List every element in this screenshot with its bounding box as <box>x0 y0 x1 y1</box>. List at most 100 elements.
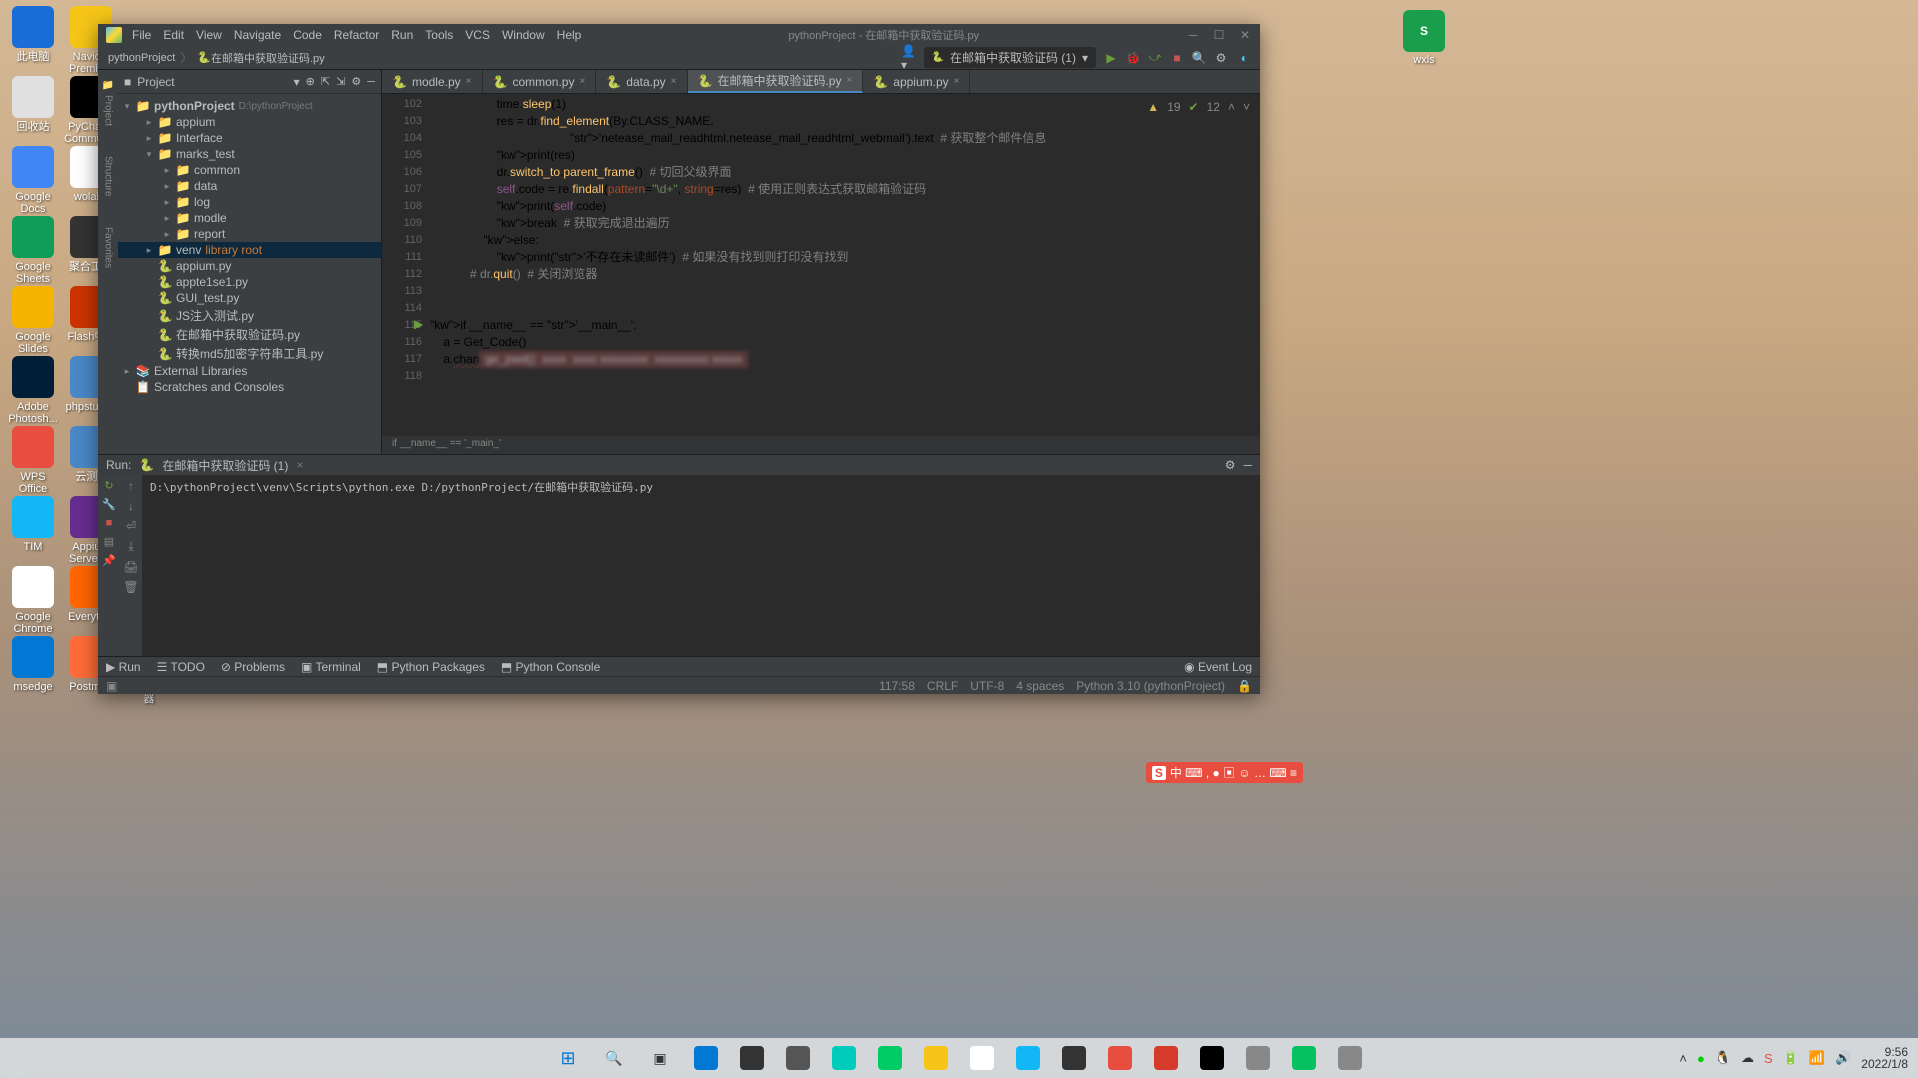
desktop-icon[interactable]: Google Docs <box>6 146 60 215</box>
expand-icon[interactable]: ⇲ <box>336 75 345 88</box>
wrench-icon[interactable]: 🔧 <box>102 498 116 511</box>
project-tree[interactable]: ▾📁pythonProject D:\pythonProject▸📁appium… <box>118 94 381 454</box>
rerun-button[interactable]: ↻ <box>104 479 113 492</box>
chevron-down-icon[interactable]: ˅ <box>1243 100 1250 114</box>
search-icon[interactable]: 🔍 <box>1192 51 1206 65</box>
menu-file[interactable]: File <box>132 28 151 42</box>
menu-edit[interactable]: Edit <box>163 28 184 42</box>
taskbar-app[interactable] <box>1284 1038 1324 1078</box>
menu-code[interactable]: Code <box>293 28 322 42</box>
editor-tab[interactable]: 🐍appium.py× <box>863 70 970 93</box>
battery-icon[interactable]: 🔋 <box>1783 1050 1799 1066</box>
editor-tab[interactable]: 🐍modle.py× <box>382 70 483 93</box>
tree-item[interactable]: ▸📁report <box>118 226 381 242</box>
tree-item[interactable]: ▸📁Interface <box>118 130 381 146</box>
up-arrow-icon[interactable]: ↑ <box>128 479 134 493</box>
tree-item[interactable]: 🐍在邮箱中获取验证码.py <box>118 325 381 344</box>
taskbar-app[interactable] <box>1238 1038 1278 1078</box>
editor-tab[interactable]: 🐍在邮箱中获取验证码.py× <box>688 70 864 93</box>
desktop-icon[interactable]: Google Chrome <box>6 566 60 635</box>
print-icon[interactable]: 🖨 <box>123 560 138 574</box>
desktop-icon[interactable]: WPS Office <box>6 426 60 495</box>
tray-icon[interactable]: ☁ <box>1741 1050 1754 1066</box>
search-button[interactable]: 🔍 <box>594 1038 634 1078</box>
titlebar[interactable]: File Edit View Navigate Code Refactor Run Tools… <box>98 24 1260 46</box>
menu-window[interactable]: Window <box>502 28 545 42</box>
taskbar-app[interactable] <box>686 1038 726 1078</box>
close-icon[interactable]: × <box>846 75 852 86</box>
tree-item[interactable]: 🐍appte1se1.py <box>118 274 381 290</box>
tray-icon[interactable]: ● <box>1697 1051 1705 1066</box>
menu-vcs[interactable]: VCS <box>465 28 490 42</box>
chevron-down-icon[interactable]: ▾ <box>294 75 300 89</box>
ime-indicator[interactable]: S 中 ⌨ , ● ▣ ☺ … ⌨ ≡ <box>1146 762 1303 783</box>
menu-refactor[interactable]: Refactor <box>334 28 379 42</box>
hide-button[interactable]: ─ <box>1243 458 1252 472</box>
caret-position[interactable]: 117:58 <box>879 679 915 693</box>
desktop-icon-wxls[interactable]: S wxls <box>1398 10 1450 66</box>
chevron-up-icon[interactable]: ˄ <box>1679 1051 1687 1066</box>
tree-item[interactable]: ▾📁marks_test <box>118 146 381 162</box>
pie-icon[interactable]: ◖ <box>1236 51 1250 65</box>
desktop-icon[interactable]: 回收站 <box>6 76 60 133</box>
bottom-tab[interactable]: ⬒ Python Packages <box>377 660 485 674</box>
desktop-icon[interactable]: Adobe Photosh... <box>6 356 60 425</box>
run-tab[interactable]: 在邮箱中获取验证码 (1) <box>162 457 288 474</box>
run-button[interactable]: ▶ <box>1104 51 1118 65</box>
gear-icon[interactable]: ⚙ <box>1214 51 1228 65</box>
code-editor[interactable]: 1021031041051061071081091101111121131141… <box>382 94 1260 436</box>
tray-icon[interactable]: S <box>1764 1051 1773 1066</box>
start-button[interactable]: ⊞ <box>548 1038 588 1078</box>
menu-tools[interactable]: Tools <box>425 28 453 42</box>
menu-run[interactable]: Run <box>391 28 413 42</box>
tree-item[interactable]: 🐍appium.py <box>118 258 381 274</box>
bottom-tab[interactable]: ▶ Run <box>106 660 141 674</box>
tree-item[interactable]: ▸📁log <box>118 194 381 210</box>
clock[interactable]: 9:56 2022/1/8 <box>1861 1046 1908 1070</box>
scroll-icon[interactable]: ⤓ <box>128 539 133 554</box>
tree-item[interactable]: ▸📁common <box>118 162 381 178</box>
taskbar-app[interactable] <box>1146 1038 1186 1078</box>
desktop-icon[interactable]: Google Sheets <box>6 216 60 285</box>
collapse-icon[interactable]: ⇱ <box>321 75 330 88</box>
close-icon[interactable]: × <box>296 458 303 472</box>
indexing-icon[interactable]: ▣ <box>106 679 117 693</box>
taskbar-app[interactable] <box>778 1038 818 1078</box>
tree-item[interactable]: ▸📁modle <box>118 210 381 226</box>
inspection-widget[interactable]: ▲19 ✔12 ˄ ˅ <box>1147 100 1250 114</box>
close-icon[interactable]: × <box>466 76 472 87</box>
coverage-button[interactable]: ⤻ <box>1148 51 1162 65</box>
taskbar-app[interactable] <box>1192 1038 1232 1078</box>
editor-breadcrumbs[interactable]: if __name__ == '_main_' <box>382 436 1260 454</box>
taskbar-app[interactable] <box>916 1038 956 1078</box>
event-log-tab[interactable]: ◉ Event Log <box>1184 660 1252 674</box>
volume-icon[interactable]: 🔊 <box>1835 1050 1851 1066</box>
debug-button[interactable]: 🐞 <box>1126 51 1140 65</box>
menu-view[interactable]: View <box>196 28 222 42</box>
taskbar-app[interactable] <box>1054 1038 1094 1078</box>
tree-item[interactable]: ▸📁venv library root <box>118 242 381 258</box>
tray-icon[interactable]: 🐧 <box>1715 1050 1731 1066</box>
target-icon[interactable]: ⊕ <box>306 75 315 88</box>
user-icon[interactable]: 👤▾ <box>902 51 916 65</box>
menu-navigate[interactable]: Navigate <box>234 28 281 42</box>
wifi-icon[interactable]: 📶 <box>1809 1050 1825 1066</box>
interpreter[interactable]: Python 3.10 (pythonProject) <box>1076 679 1225 693</box>
wrap-icon[interactable]: ⏎ <box>126 519 136 533</box>
console-output[interactable]: D:\pythonProject\venv\Scripts\python.exe… <box>142 475 1260 656</box>
trash-icon[interactable]: 🗑 <box>123 580 138 594</box>
line-separator[interactable]: CRLF <box>927 679 958 693</box>
taskbar-app[interactable] <box>1008 1038 1048 1078</box>
taskbar-app[interactable] <box>824 1038 864 1078</box>
tree-item[interactable]: 🐍GUI_test.py <box>118 290 381 306</box>
desktop-icon[interactable]: TIM <box>6 496 60 553</box>
layout-icon[interactable]: ▤ <box>104 535 114 548</box>
tree-item[interactable]: ▸📁data <box>118 178 381 194</box>
scratches[interactable]: 📋Scratches and Consoles <box>118 379 381 395</box>
bottom-tab[interactable]: ☰ TODO <box>157 660 205 674</box>
taskbar-app[interactable] <box>870 1038 910 1078</box>
project-tool-tab[interactable]: 📁 Project <box>103 80 114 126</box>
run-configuration-selector[interactable]: 在邮箱中获取验证码 (1) ▾ <box>924 47 1097 68</box>
gear-icon[interactable]: ⚙ <box>1225 458 1236 472</box>
taskbar-app[interactable] <box>962 1038 1002 1078</box>
